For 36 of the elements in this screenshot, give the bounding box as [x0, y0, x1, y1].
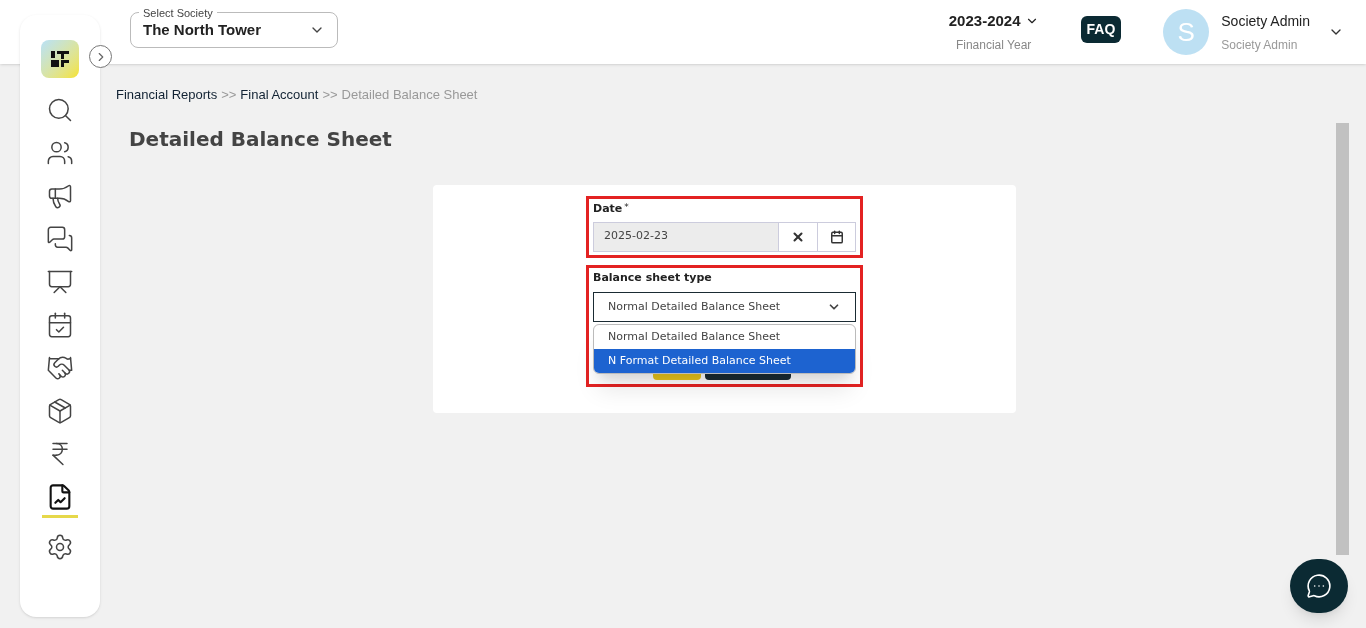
required-mark: * — [624, 201, 629, 214]
settings-icon — [46, 533, 74, 561]
breadcrumb-link[interactable]: Financial Reports — [116, 85, 218, 105]
calendar-button[interactable] — [818, 221, 856, 252]
sidebar-item[interactable] — [42, 483, 78, 518]
avatar: S — [1163, 9, 1210, 55]
balance-type-select[interactable]: Normal Detailed Balance Sheet — [593, 292, 856, 322]
handshake-icon — [46, 354, 74, 382]
breadcrumb-separator: >> — [322, 86, 338, 104]
people-icon — [46, 139, 74, 167]
box-icon — [46, 397, 74, 425]
logo-icon[interactable] — [41, 40, 79, 78]
megaphone-icon — [46, 182, 74, 210]
date-label: Date — [593, 201, 623, 217]
breadcrumb-link[interactable]: Final Account — [240, 85, 319, 105]
close-icon — [791, 229, 805, 244]
page-title: Detailed Balance Sheet — [129, 126, 392, 153]
scrollbar[interactable] — [1336, 123, 1349, 555]
chat-bubbles-icon — [46, 225, 74, 253]
user-name: Society Admin — [1221, 11, 1310, 31]
dropdown-option[interactable]: Normal Detailed Balance Sheet — [594, 325, 855, 349]
calendar-icon — [46, 311, 74, 339]
dropdown-option[interactable]: N Format Detailed Balance Sheet — [594, 349, 855, 373]
user-role: Society Admin — [1221, 36, 1299, 54]
year-select[interactable]: 2023-2024 — [948, 9, 1039, 33]
year-caption: Financial Year — [955, 37, 1032, 55]
calendar-icon — [829, 229, 844, 244]
chat-button[interactable] — [1290, 559, 1348, 613]
date-field[interactable]: 2025-02-23 — [593, 221, 779, 252]
balance-type-label: Balance sheet type — [593, 269, 713, 286]
clear-button[interactable] — [779, 221, 818, 252]
chat-icon — [1306, 573, 1332, 599]
breadcrumb-separator: >> — [221, 86, 237, 104]
faq-button[interactable]: FAQ — [1080, 15, 1122, 43]
society-name: The North Tower — [143, 19, 262, 40]
search-icon — [46, 96, 74, 124]
